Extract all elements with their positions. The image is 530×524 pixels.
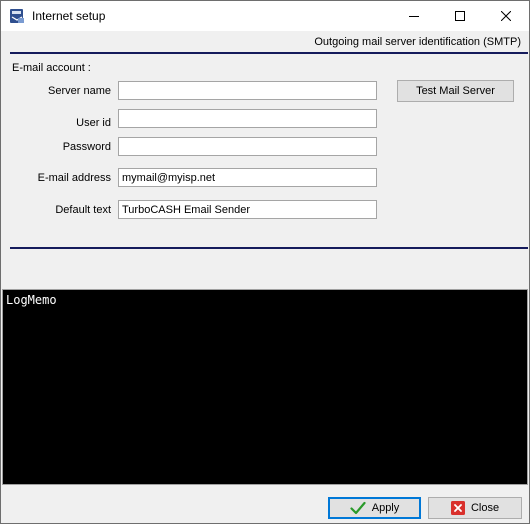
close-button[interactable]: Close — [428, 497, 522, 519]
email-account-caption: E-mail account : — [12, 62, 91, 74]
close-x-icon — [450, 501, 465, 515]
password-input[interactable] — [118, 137, 377, 156]
test-mail-server-button[interactable]: Test Mail Server — [397, 80, 514, 102]
email-address-input[interactable] — [118, 168, 377, 187]
apply-button[interactable]: Apply — [328, 497, 421, 519]
log-memo[interactable]: LogMemo — [2, 289, 528, 485]
email-address-label: E-mail address — [37, 172, 111, 184]
window-title: Internet setup — [32, 9, 106, 23]
top-separator — [10, 52, 528, 54]
test-mail-server-label: Test Mail Server — [416, 85, 495, 97]
server-name-label: Server name — [48, 85, 111, 97]
password-label: Password — [62, 141, 111, 153]
close-icon — [501, 11, 511, 21]
apply-label: Apply — [371, 502, 400, 514]
default-text-label: Default text — [55, 204, 111, 216]
close-label: Close — [470, 502, 500, 514]
log-memo-text: LogMemo — [6, 293, 57, 307]
server-name-input[interactable] — [118, 81, 377, 100]
title-bar: Internet setup — [1, 1, 529, 31]
user-id-input[interactable] — [118, 109, 377, 128]
user-id-label: User id — [76, 117, 111, 129]
default-text-input[interactable] — [118, 200, 377, 219]
header-strip: Outgoing mail server identification (SMT… — [1, 31, 529, 53]
internet-setup-window: Internet setup Outgoing mail server iden… — [0, 0, 530, 524]
minimize-button[interactable] — [391, 1, 437, 31]
smtp-header-caption: Outgoing mail server identification (SMT… — [314, 36, 521, 48]
window-close-button[interactable] — [483, 1, 529, 31]
minimize-icon — [409, 11, 419, 21]
maximize-button[interactable] — [437, 1, 483, 31]
bottom-separator — [10, 247, 528, 249]
maximize-icon — [455, 11, 465, 21]
checkmark-icon — [350, 501, 366, 515]
app-icon — [9, 8, 25, 24]
